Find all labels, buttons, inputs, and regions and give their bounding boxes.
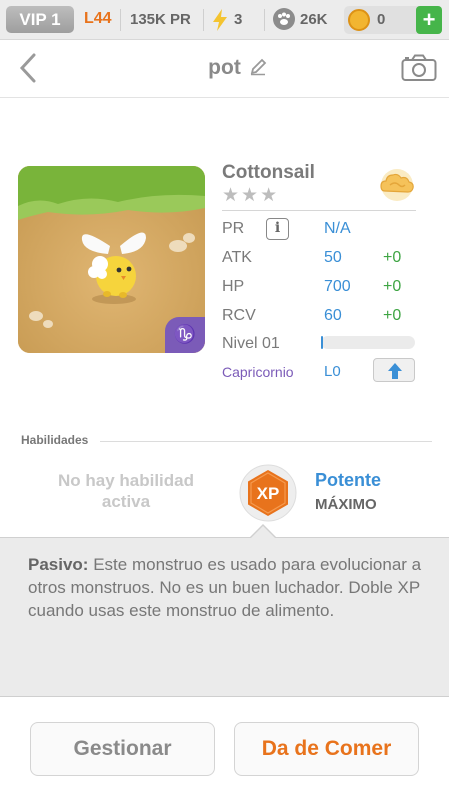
hp-label: HP bbox=[222, 278, 245, 295]
atk-label: ATK bbox=[222, 249, 252, 266]
pr-label: PR bbox=[222, 220, 245, 237]
monster-portrait: ♑ bbox=[18, 166, 205, 353]
player-level: L44 bbox=[84, 10, 112, 27]
arrow-up-icon bbox=[388, 363, 402, 379]
hp-bonus: +0 bbox=[383, 278, 402, 295]
info-divider bbox=[222, 210, 416, 211]
food-count: 26K bbox=[300, 11, 328, 28]
passive-description: Pasivo: Este monstruo es usado para evol… bbox=[28, 553, 438, 622]
pointer-arrow-inner bbox=[250, 526, 276, 539]
rcv-value: 60 bbox=[324, 307, 342, 324]
atk-bonus: +0 bbox=[383, 249, 402, 266]
camera-icon[interactable] bbox=[401, 54, 437, 82]
rcv-label: RCV bbox=[222, 307, 256, 324]
coin-balance: 0 + bbox=[344, 6, 442, 34]
abilities-divider bbox=[100, 441, 432, 442]
add-coins-button[interactable]: + bbox=[416, 6, 442, 34]
zodiac-capricorn-icon: ♑ bbox=[165, 317, 205, 353]
hp-value: 700 bbox=[324, 278, 351, 295]
divider bbox=[264, 9, 265, 31]
atk-value: 50 bbox=[324, 249, 342, 266]
coin-icon bbox=[348, 9, 370, 31]
manage-button[interactable]: Gestionar bbox=[30, 722, 215, 776]
rarity-stars: ★★★ bbox=[222, 185, 280, 206]
xp-badge-text: XP bbox=[257, 484, 280, 503]
zodiac-upgrade-button[interactable] bbox=[373, 358, 415, 382]
vip-badge[interactable]: VIP 1 bbox=[6, 6, 74, 33]
divider bbox=[203, 9, 204, 31]
no-active-skill-text: No hay habilidad activa bbox=[57, 471, 195, 511]
power-rating: 135K PR bbox=[130, 11, 191, 28]
xp-hexagon-icon: XP bbox=[239, 464, 297, 522]
xp-progress-bar bbox=[321, 336, 415, 349]
passive-label: Pasivo: bbox=[28, 555, 89, 574]
status-bar: VIP 1 L44 135K PR 3 26K 0 + bbox=[0, 0, 449, 40]
divider bbox=[120, 9, 121, 31]
zodiac-level: L0 bbox=[324, 363, 341, 380]
pr-value: N/A bbox=[324, 220, 351, 237]
zodiac-label: Capricornio bbox=[222, 364, 294, 380]
energy-bolt-icon bbox=[213, 9, 227, 31]
monster-name: Cottonsail bbox=[222, 162, 315, 183]
header: pot bbox=[0, 40, 449, 98]
page-title: pot bbox=[208, 56, 241, 79]
feed-button[interactable]: Da de Comer bbox=[234, 722, 419, 776]
rcv-bonus: +0 bbox=[383, 307, 402, 324]
xp-passive-badge[interactable]: XP bbox=[239, 464, 297, 522]
paw-icon bbox=[273, 8, 295, 30]
edit-pencil-icon[interactable] bbox=[249, 58, 267, 76]
abilities-heading: Habilidades bbox=[21, 433, 89, 447]
energy-count: 3 bbox=[234, 11, 243, 28]
info-icon[interactable]: i bbox=[266, 218, 289, 240]
coin-count: 0 bbox=[377, 11, 386, 28]
level-label: Nivel 01 bbox=[222, 335, 280, 352]
passive-skill-level: MÁXIMO bbox=[315, 496, 377, 513]
xp-progress-fill bbox=[321, 336, 323, 349]
passive-skill-name: Potente bbox=[315, 470, 382, 490]
cloud-element-icon bbox=[380, 169, 414, 201]
